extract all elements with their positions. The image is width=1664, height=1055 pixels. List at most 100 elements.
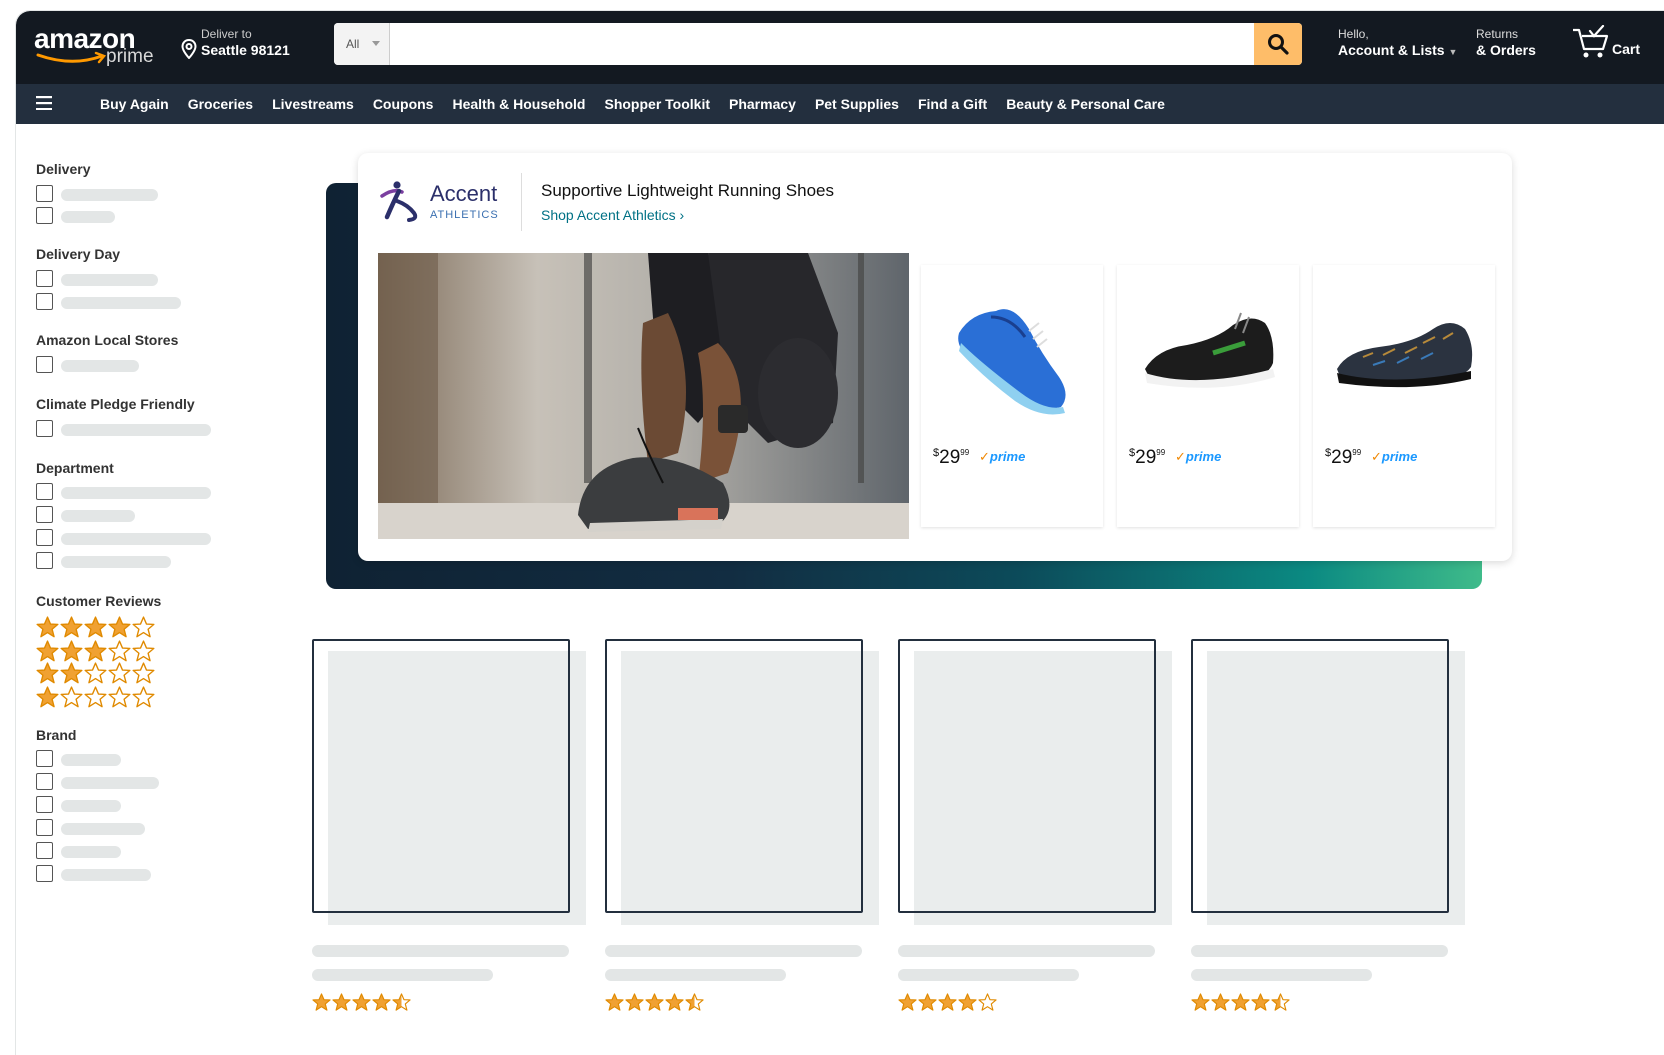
nav-item[interactable]: Health & Household xyxy=(452,96,585,112)
prime-badge: ✓prime xyxy=(1175,449,1222,464)
star-half-icon xyxy=(392,993,411,1012)
filter-checkbox[interactable] xyxy=(36,185,53,202)
rating-filter-2-up[interactable] xyxy=(36,662,155,685)
rating-filter-3-up[interactable] xyxy=(36,640,155,663)
star-full-icon xyxy=(938,993,957,1012)
product-subtitle-placeholder xyxy=(605,969,786,981)
product-rating-stars xyxy=(898,993,997,1012)
runner-tying-shoe-image xyxy=(378,253,909,539)
filter-title-climate-pledge: Climate Pledge Friendly xyxy=(36,396,195,412)
filter-option-placeholder xyxy=(61,800,121,812)
star-full-icon xyxy=(1231,993,1250,1012)
search-category-select[interactable]: All xyxy=(334,23,390,65)
star-full-icon xyxy=(108,616,131,639)
brand-name: Accent xyxy=(430,181,498,206)
star-empty-icon xyxy=(84,662,107,685)
filter-checkbox[interactable] xyxy=(36,552,53,569)
orders-label: & Orders xyxy=(1476,42,1536,58)
filter-checkbox[interactable] xyxy=(36,842,53,859)
nav-item[interactable]: Pet Supplies xyxy=(815,96,899,112)
filter-option-placeholder xyxy=(61,869,151,881)
product-tile-outline xyxy=(605,639,863,913)
nav-item[interactable]: Find a Gift xyxy=(918,96,987,112)
product-tile[interactable] xyxy=(312,639,586,925)
star-full-icon xyxy=(332,993,351,1012)
star-empty-icon xyxy=(84,686,107,709)
product-tile[interactable] xyxy=(898,639,1172,925)
star-full-icon xyxy=(1191,993,1210,1012)
cart-label: Cart xyxy=(1612,41,1641,57)
accent-athletics-logo[interactable]: Accent ATHLETICS xyxy=(378,175,518,235)
filter-option-placeholder xyxy=(61,487,211,499)
nav-item[interactable]: Groceries xyxy=(188,96,253,112)
star-full-icon xyxy=(898,993,917,1012)
filter-checkbox[interactable] xyxy=(36,750,53,767)
filter-title-local-stores: Amazon Local Stores xyxy=(36,332,179,348)
product-title-placeholder xyxy=(312,945,569,957)
product-subtitle-placeholder xyxy=(312,969,493,981)
star-empty-icon xyxy=(132,640,155,663)
product-tile[interactable] xyxy=(1191,639,1465,925)
shop-brand-link[interactable]: Shop Accent Athletics › xyxy=(541,207,684,223)
returns-orders-link[interactable]: Returns & Orders xyxy=(1476,27,1536,58)
star-full-icon xyxy=(625,993,644,1012)
rating-filter-4-up[interactable] xyxy=(36,616,155,639)
rating-filter-1-up[interactable] xyxy=(36,686,155,709)
nav-item[interactable]: Pharmacy xyxy=(729,96,796,112)
star-full-icon xyxy=(1251,993,1270,1012)
filter-option-placeholder xyxy=(61,556,171,568)
amazon-prime-logo[interactable]: amazon prime xyxy=(34,25,158,73)
nav-item[interactable]: Coupons xyxy=(373,96,434,112)
search-input[interactable] xyxy=(390,23,1250,65)
star-full-icon xyxy=(60,640,83,663)
account-greeting: Hello, xyxy=(1338,27,1369,41)
banner-product-card[interactable]: $2999 ✓prime xyxy=(1117,265,1299,527)
filter-checkbox[interactable] xyxy=(36,356,53,373)
filter-title-brand: Brand xyxy=(36,727,77,743)
star-full-icon xyxy=(84,616,107,639)
filter-checkbox[interactable] xyxy=(36,293,53,310)
filter-checkbox[interactable] xyxy=(36,420,53,437)
cart-button[interactable]: Cart xyxy=(1572,24,1640,64)
product-price: $2999 xyxy=(1129,447,1166,468)
search-button[interactable] xyxy=(1254,23,1302,65)
filter-option-placeholder xyxy=(61,510,135,522)
star-full-icon xyxy=(84,640,107,663)
account-lists-label: Account & Lists xyxy=(1338,42,1445,58)
star-empty-icon xyxy=(132,686,155,709)
dropdown-caret-icon xyxy=(372,41,380,46)
lifestyle-photo[interactable] xyxy=(378,253,909,539)
product-subtitle-placeholder xyxy=(1191,969,1372,981)
banner-product-card[interactable]: $2999 ✓prime xyxy=(1313,265,1495,527)
star-half-icon xyxy=(1271,993,1290,1012)
filter-checkbox[interactable] xyxy=(36,819,53,836)
nav-item[interactable]: Buy Again xyxy=(100,96,169,112)
filter-checkbox[interactable] xyxy=(36,270,53,287)
nav-item[interactable]: Shopper Toolkit xyxy=(604,96,710,112)
filter-checkbox[interactable] xyxy=(36,207,53,224)
hamburger-menu-icon[interactable] xyxy=(36,96,52,110)
account-lists-menu[interactable]: Hello, Account & Lists ▼ xyxy=(1338,27,1457,58)
star-full-icon xyxy=(372,993,391,1012)
star-empty-icon xyxy=(978,993,997,1012)
star-full-icon xyxy=(645,993,664,1012)
filter-checkbox[interactable] xyxy=(36,865,53,882)
sponsored-brand-banner: Accent ATHLETICS Supportive Lightweight … xyxy=(358,153,1512,561)
product-rating-stars xyxy=(1191,993,1290,1012)
prime-badge: ✓prime xyxy=(979,449,1026,464)
star-full-icon xyxy=(60,616,83,639)
filter-checkbox[interactable] xyxy=(36,529,53,546)
nav-item[interactable]: Livestreams xyxy=(272,96,354,112)
banner-product-card[interactable]: $2999 ✓prime xyxy=(921,265,1103,527)
star-full-icon xyxy=(36,686,59,709)
star-full-icon xyxy=(60,662,83,685)
filter-checkbox[interactable] xyxy=(36,483,53,500)
star-full-icon xyxy=(36,616,59,639)
star-full-icon xyxy=(958,993,977,1012)
filter-title-customer-reviews: Customer Reviews xyxy=(36,593,162,609)
filter-checkbox[interactable] xyxy=(36,506,53,523)
product-tile[interactable] xyxy=(605,639,879,925)
filter-checkbox[interactable] xyxy=(36,773,53,790)
filter-checkbox[interactable] xyxy=(36,796,53,813)
nav-item[interactable]: Beauty & Personal Care xyxy=(1006,96,1165,112)
